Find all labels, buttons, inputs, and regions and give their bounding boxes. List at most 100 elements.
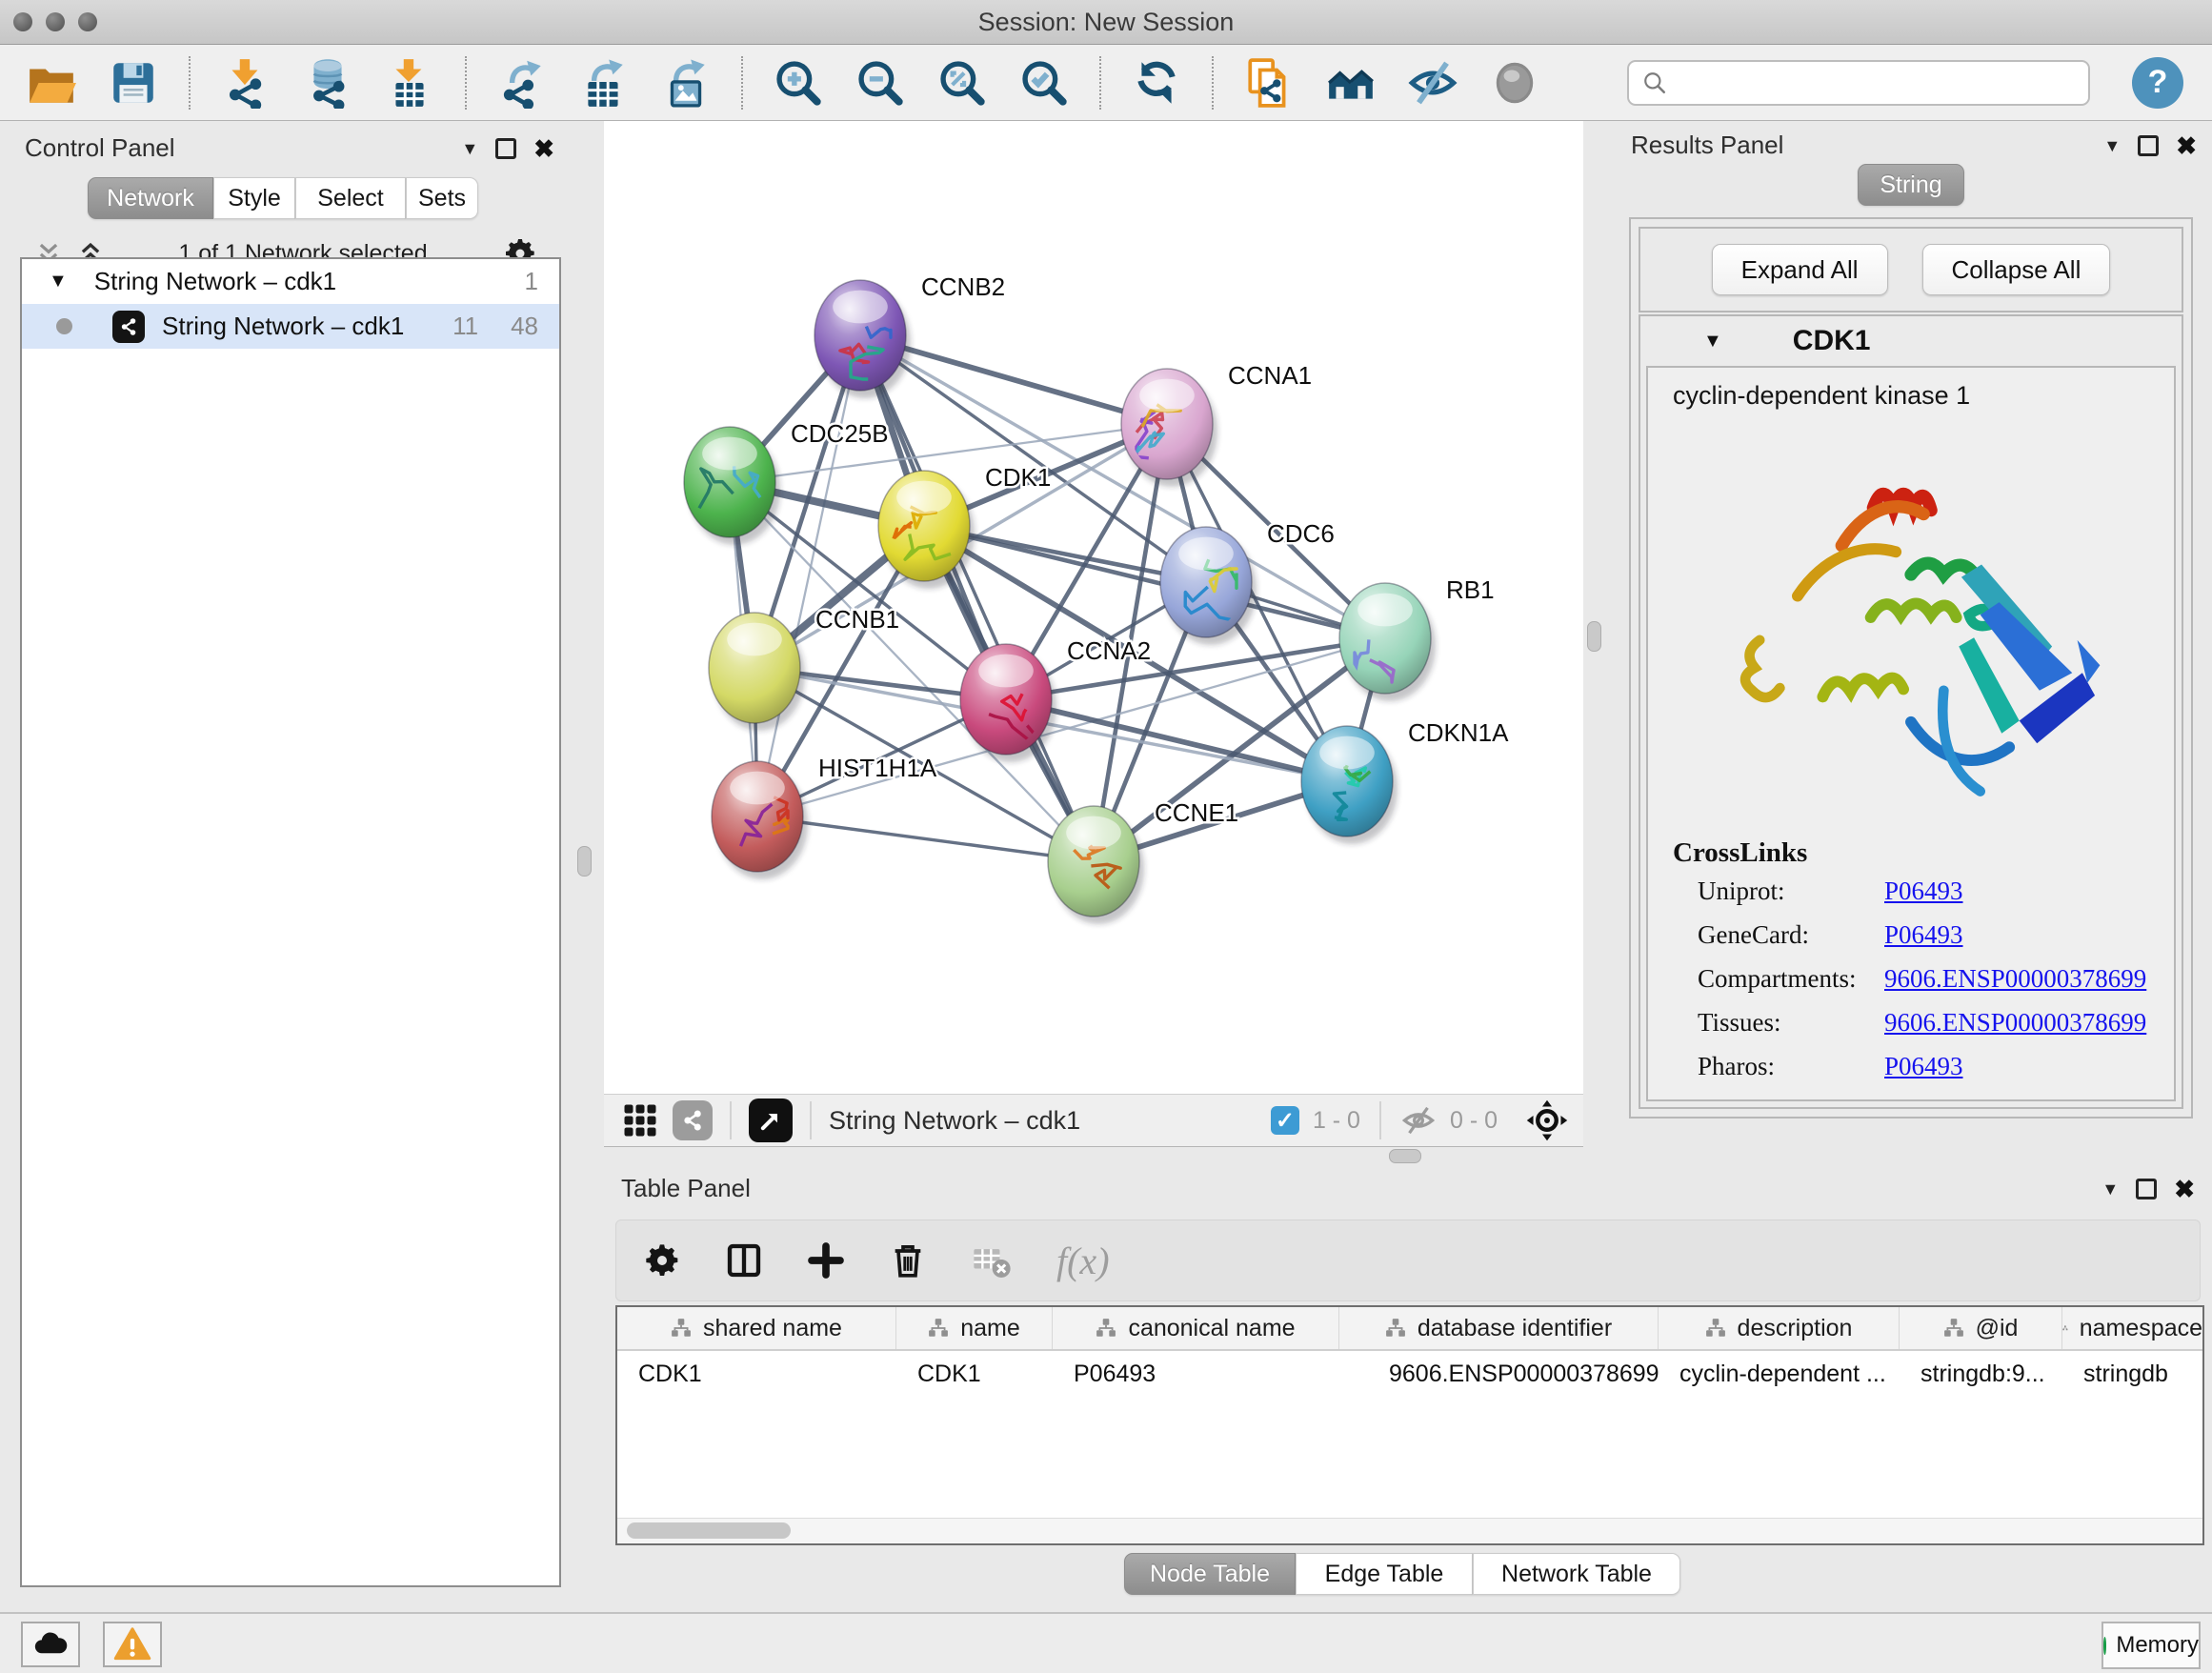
column-header[interactable]: @id xyxy=(1900,1307,2062,1349)
scrollbar-thumb[interactable] xyxy=(627,1522,791,1539)
node-label: CDC6 xyxy=(1267,519,1335,548)
column-header[interactable]: shared name xyxy=(617,1307,896,1349)
table-panel-title: Table Panel xyxy=(621,1174,751,1203)
tab-style[interactable]: Style xyxy=(213,177,295,219)
panel-close-icon[interactable]: ✖ xyxy=(2174,1177,2195,1201)
tab-network-table[interactable]: Network Table xyxy=(1473,1553,1680,1595)
paste-network-icon[interactable] xyxy=(1242,56,1296,110)
memory-button[interactable]: Memory xyxy=(2101,1622,2201,1669)
refresh-icon[interactable] xyxy=(1130,56,1183,110)
zoom-fit-icon[interactable] xyxy=(935,56,989,110)
collapse-all-button[interactable]: Collapse All xyxy=(1922,244,2111,295)
open-session-icon[interactable] xyxy=(25,56,78,110)
toolbar-search[interactable] xyxy=(1627,60,2090,106)
grid-view-icon[interactable] xyxy=(623,1103,657,1138)
memory-status-dot xyxy=(2103,1637,2106,1655)
import-network-from-file-icon[interactable] xyxy=(219,56,272,110)
right-splitter-handle[interactable] xyxy=(1587,621,1601,652)
collapse-triangle-icon[interactable]: ▼ xyxy=(49,271,68,292)
network-row-selected[interactable]: String Network – cdk1 11 48 xyxy=(22,304,559,349)
attribute-type-icon xyxy=(1096,1318,1116,1339)
table-toolbar: f(x) xyxy=(615,1219,2201,1301)
add-column-icon[interactable] xyxy=(807,1241,845,1280)
crosslink-link[interactable]: P06493 xyxy=(1884,1052,1963,1081)
panel-float-icon[interactable] xyxy=(495,138,516,159)
network-edge-count: 48 xyxy=(511,312,538,341)
crosslink-row: GeneCard: P06493 xyxy=(1698,913,2155,957)
network-canvas[interactable]: CCNB2CCNA1CDC25BCDK1CDC6RB1CCNB1CCNA2CDK… xyxy=(604,121,1583,1094)
entry-description: cyclin-dependent kinase 1 xyxy=(1648,368,2174,411)
column-header[interactable]: database identifier xyxy=(1339,1307,1659,1349)
export-network-icon[interactable] xyxy=(495,56,549,110)
search-input[interactable] xyxy=(1679,68,2075,97)
tab-network[interactable]: Network xyxy=(88,177,213,219)
memory-label: Memory xyxy=(2116,1632,2199,1659)
cloud-status-button[interactable] xyxy=(21,1622,80,1667)
crosslink-link[interactable]: 9606.ENSP00000378699 xyxy=(1884,964,2146,994)
column-header[interactable]: canonical name xyxy=(1053,1307,1339,1349)
node-label: CCNE1 xyxy=(1155,798,1238,827)
crosslink-link[interactable]: 9606.ENSP00000378699 xyxy=(1884,1008,2146,1038)
zoom-selected-icon[interactable] xyxy=(1017,56,1071,110)
table-settings-gear-icon[interactable] xyxy=(643,1241,681,1280)
panel-float-icon[interactable] xyxy=(2136,1179,2157,1199)
tab-select[interactable]: Select xyxy=(295,177,406,219)
network-collection-row[interactable]: ▼ String Network – cdk1 1 xyxy=(22,259,559,304)
crosslink-link[interactable]: P06493 xyxy=(1884,920,1963,950)
network-view-panel: CCNB2CCNA1CDC25BCDK1CDC6RB1CCNB1CCNA2CDK… xyxy=(604,121,1583,1146)
selected-checkbox-icon[interactable]: ✓ xyxy=(1271,1106,1299,1135)
open-in-new-window-icon[interactable] xyxy=(749,1099,793,1142)
zoom-out-icon[interactable] xyxy=(854,56,907,110)
collapse-triangle-icon[interactable]: ▼ xyxy=(1703,331,1722,353)
column-header[interactable]: name xyxy=(896,1307,1053,1349)
tab-edge-table[interactable]: Edge Table xyxy=(1296,1553,1473,1595)
import-table-from-file-icon[interactable] xyxy=(383,56,436,110)
panel-menu-icon[interactable]: ▼ xyxy=(2103,137,2121,154)
network-share-icon[interactable] xyxy=(673,1100,713,1140)
delete-table-icon[interactable] xyxy=(971,1240,1013,1281)
tab-sets[interactable]: Sets xyxy=(406,177,478,219)
zoom-in-icon[interactable] xyxy=(772,56,825,110)
left-splitter-handle[interactable] xyxy=(577,846,592,877)
panel-float-icon[interactable] xyxy=(2138,135,2159,156)
hidden-eye-slash-icon[interactable] xyxy=(1400,1102,1437,1139)
expand-all-button[interactable]: Expand All xyxy=(1712,244,1888,295)
export-image-icon[interactable] xyxy=(659,56,713,110)
show-columns-icon[interactable] xyxy=(725,1241,763,1280)
expand-collapse-box: Expand All Collapse All xyxy=(1639,227,2183,312)
protein-structure-image xyxy=(1720,426,2101,816)
panel-close-icon[interactable]: ✖ xyxy=(2176,133,2197,158)
crosslink-label: Compartments: xyxy=(1698,964,1884,994)
bottom-splitter-handle[interactable] xyxy=(1389,1149,1421,1163)
starter-panel-icon[interactable] xyxy=(1324,56,1377,110)
tab-string[interactable]: String xyxy=(1858,164,1964,206)
export-table-icon[interactable] xyxy=(577,56,631,110)
column-header[interactable]: description xyxy=(1659,1307,1900,1349)
crosslink-row: Pharos: P06493 xyxy=(1698,1044,2155,1088)
panel-menu-icon[interactable]: ▼ xyxy=(461,140,478,157)
network-edge[interactable] xyxy=(860,335,1094,861)
network-edge[interactable] xyxy=(757,335,860,816)
function-builder-icon[interactable]: f(x) xyxy=(1056,1239,1110,1283)
cdk1-entry-header[interactable]: ▼ CDK1 xyxy=(1640,316,2182,366)
node-label: CDC25B xyxy=(791,419,889,448)
save-session-icon[interactable] xyxy=(107,56,160,110)
table-row[interactable]: CDK1 CDK1 P06493 9606.ENSP00000378699 cy… xyxy=(617,1351,2202,1397)
help-icon[interactable]: ? xyxy=(2132,57,2183,109)
panel-close-icon[interactable]: ✖ xyxy=(533,136,554,161)
delete-column-trash-icon[interactable] xyxy=(889,1241,927,1280)
panel-menu-icon[interactable]: ▼ xyxy=(2101,1180,2119,1198)
main-toolbar: ? xyxy=(0,45,2212,121)
import-network-from-database-icon[interactable] xyxy=(301,56,354,110)
node-label: HIST1H1A xyxy=(818,754,937,782)
warning-status-button[interactable] xyxy=(103,1622,162,1667)
toolbar-divider xyxy=(730,1101,732,1139)
column-header[interactable]: namespace xyxy=(2062,1307,2202,1349)
show-details-eye-icon[interactable] xyxy=(1488,56,1541,110)
tab-node-table[interactable]: Node Table xyxy=(1124,1553,1296,1595)
crosslink-row: Compartments: 9606.ENSP00000378699 xyxy=(1698,957,2155,1000)
hide-details-eye-icon[interactable] xyxy=(1406,56,1459,110)
crosslink-link[interactable]: P06493 xyxy=(1884,877,1963,906)
birdseye-view-icon[interactable] xyxy=(1526,1099,1568,1141)
table-horizontal-scrollbar[interactable] xyxy=(617,1518,2202,1543)
